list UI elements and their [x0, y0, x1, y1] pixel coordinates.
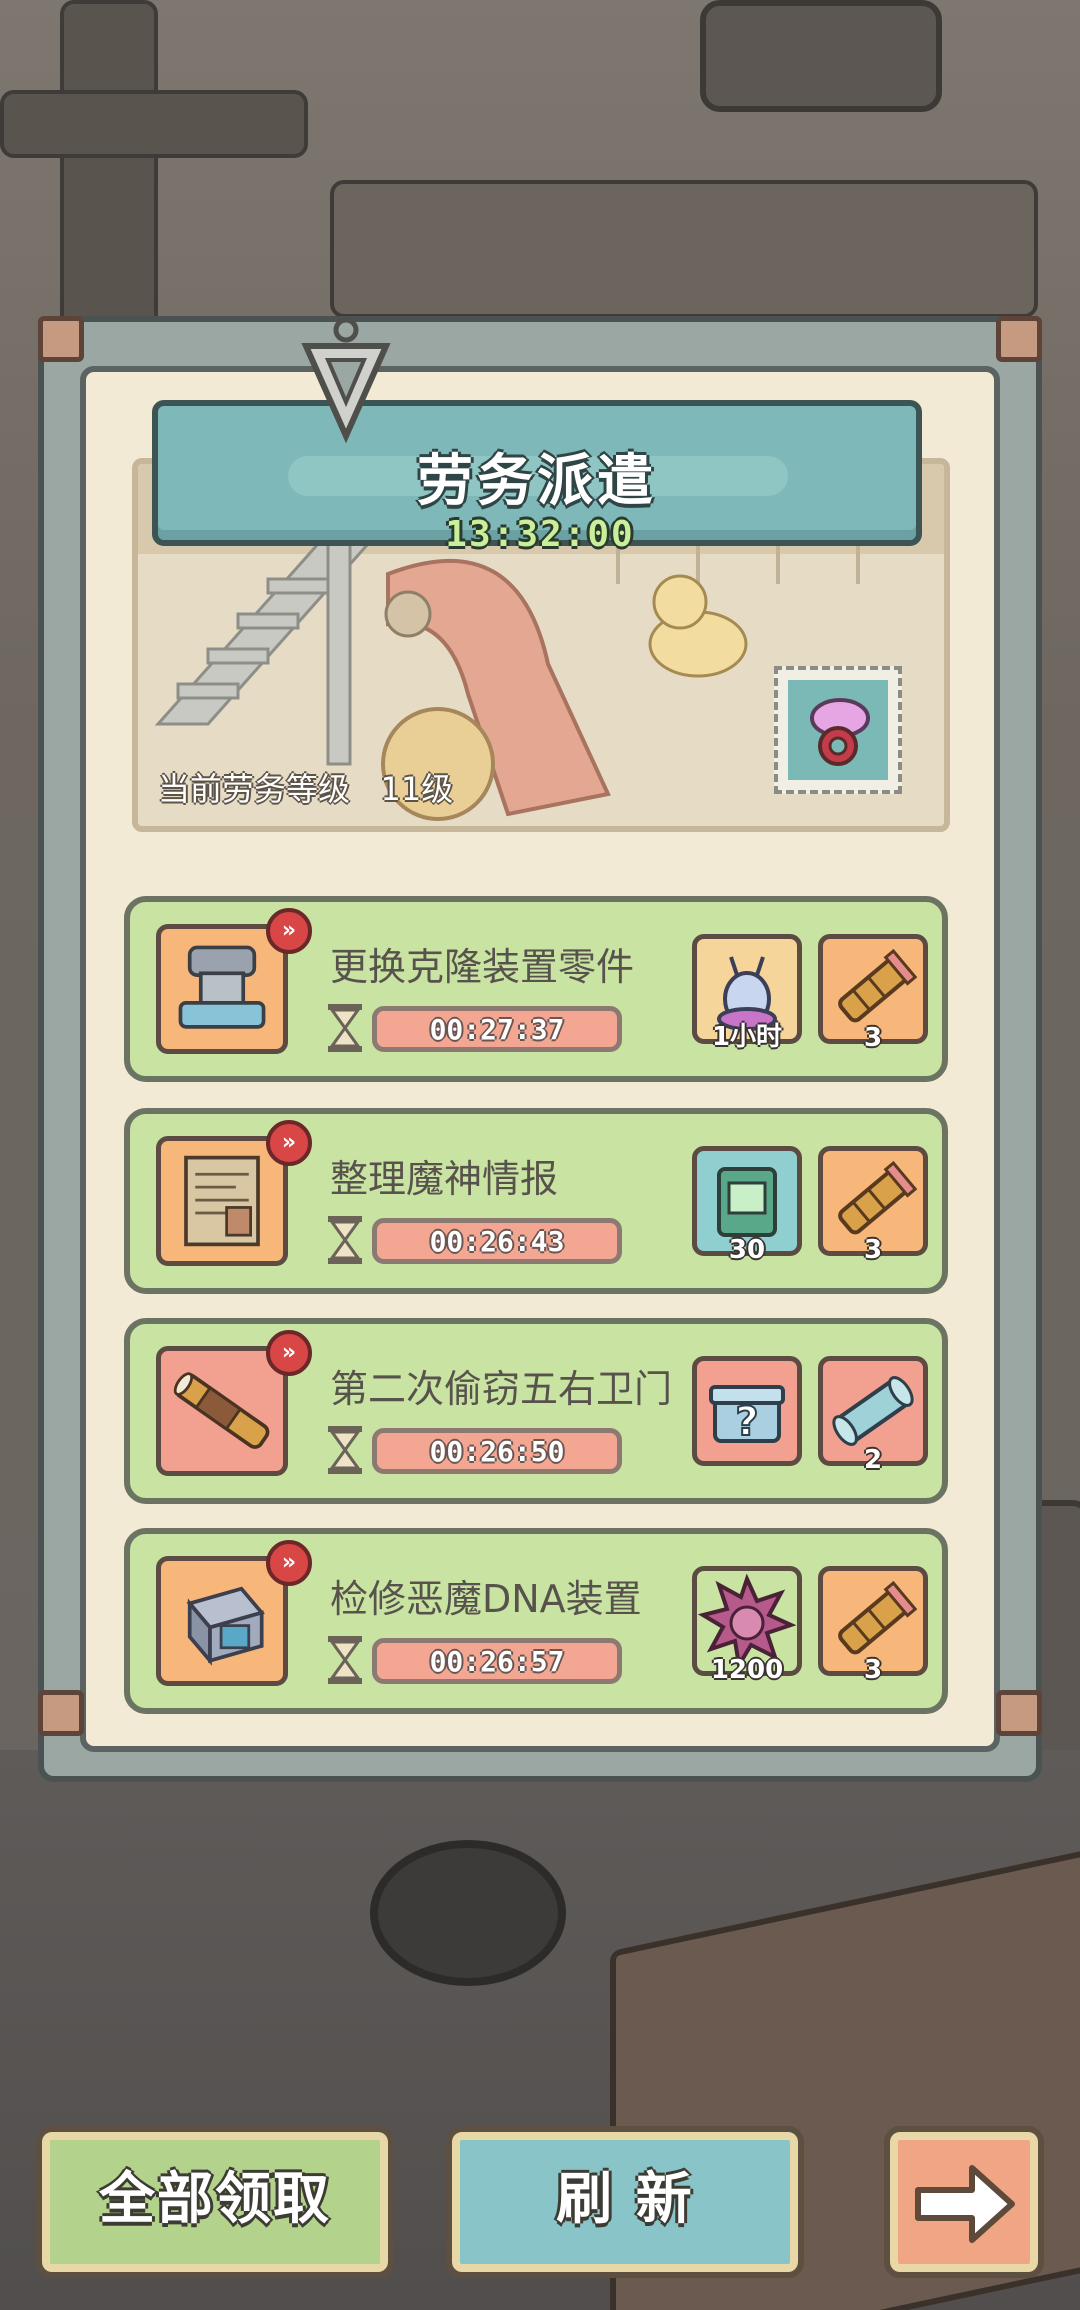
task-icon-box [156, 924, 288, 1054]
hourglass-icon [328, 1004, 362, 1052]
reward-slot[interactable]: 3 [818, 1566, 928, 1685]
speed-up-badge[interactable]: » [266, 908, 312, 954]
reward-slot[interactable]: 1小时 [692, 934, 802, 1052]
refresh-countdown: 13:32:00 [445, 514, 635, 555]
task-timer-bar: 00:26:57 [372, 1638, 622, 1684]
claim-all-button[interactable]: 全部领取 [36, 2126, 394, 2278]
speed-up-badge[interactable]: » [266, 1120, 312, 1166]
speed-up-badge[interactable]: » [266, 1330, 312, 1376]
claim-all-label: 全部领取 [99, 2167, 331, 2232]
labor-level-label-text: 当前劳务等级 [158, 770, 351, 808]
task-timer: 00:26:50 [429, 1435, 565, 1468]
task-icon-box [156, 1136, 288, 1266]
panel-rivet [996, 1690, 1042, 1736]
pacifier-stamp[interactable] [774, 666, 902, 794]
refresh-label: 刷 新 [556, 2167, 694, 2232]
reward-quantity: 30 [728, 1235, 766, 1265]
hourglass-icon [328, 1636, 362, 1684]
reward-quantity: 1小时 [711, 1022, 783, 1052]
hourglass-icon [328, 1216, 362, 1264]
task-timer: 00:26:43 [429, 1225, 565, 1258]
spyglass-icon [173, 1372, 270, 1449]
task-row[interactable]: » 第二次偷窃五右卫门 00:26:50 ? 2 [124, 1318, 948, 1504]
task-timer-bar: 00:26:50 [372, 1428, 622, 1474]
hourglass-icon [328, 1426, 362, 1474]
pacifier-icon [810, 698, 870, 766]
labor-level-value: 11级 [380, 770, 454, 808]
refresh-button[interactable]: 刷 新 [446, 2126, 804, 2278]
reward-quantity: 3 [863, 1023, 883, 1053]
task-name: 整理魔神情报 [330, 1157, 559, 1201]
svg-text:?: ? [735, 1399, 758, 1445]
labor-level-label: 当前劳务等级 11级 [158, 764, 453, 810]
page-title: 劳务派遣 [417, 449, 657, 514]
task-row[interactable]: » 检修恶魔DNA装置 00:26:57 1200 3 [124, 1528, 948, 1714]
clone-device-part-icon [178, 945, 266, 1029]
arrow-right-icon [915, 2165, 1015, 2243]
reward-slot[interactable]: ? [692, 1356, 802, 1466]
task-name: 第二次偷窃五右卫门 [330, 1367, 673, 1411]
task-timer-bar: 00:26:43 [372, 1218, 622, 1264]
mystery-chest-icon: ? [709, 1385, 785, 1446]
panel-rivet [38, 1690, 84, 1736]
task-timer-bar: 00:27:37 [372, 1006, 622, 1052]
task-name: 检修恶魔DNA装置 [330, 1577, 642, 1621]
task-timer: 00:26:57 [429, 1645, 565, 1678]
task-name: 更换克隆装置零件 [330, 945, 635, 989]
intel-scroll-icon [184, 1155, 260, 1247]
reward-quantity: 3 [863, 1235, 883, 1265]
panel-rivet [996, 316, 1042, 362]
reward-quantity: 1200 [710, 1655, 784, 1685]
reward-quantity: 3 [863, 1655, 883, 1685]
task-row[interactable]: » 更换克隆装置零件 00:27:37 1小时 3 [124, 896, 948, 1082]
triangle-emblem-icon [301, 317, 391, 444]
reward-slot[interactable]: 2 [818, 1356, 928, 1475]
reward-slot[interactable]: 3 [818, 1146, 928, 1265]
speed-up-badge[interactable]: » [266, 1540, 312, 1586]
reward-slot[interactable]: 1200 [692, 1566, 802, 1685]
task-row[interactable]: » 整理魔神情报 00:26:43 30 3 [124, 1108, 948, 1294]
task-timer: 00:27:37 [429, 1013, 565, 1046]
reward-slot[interactable]: 30 [692, 1146, 802, 1265]
dna-device-icon [186, 1586, 265, 1666]
task-icon-box [156, 1556, 288, 1686]
reward-quantity: 2 [863, 1445, 883, 1475]
next-button[interactable] [884, 2126, 1044, 2278]
task-icon-box [156, 1346, 288, 1476]
reward-slot[interactable]: 3 [818, 934, 928, 1053]
panel-rivet [38, 316, 84, 362]
